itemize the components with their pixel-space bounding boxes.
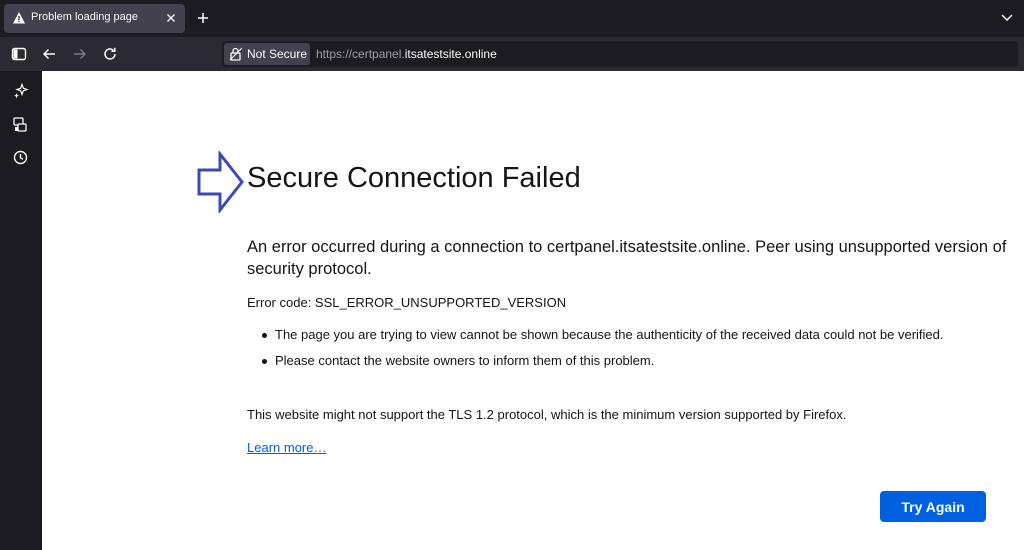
navigation-toolbar: Not Secure https://certpanel.itsatestsit… (0, 37, 1024, 71)
tab-strip: Problem loading page (0, 0, 1024, 37)
list-item: Please contact the website owners to inf… (247, 352, 987, 370)
arrow-annotation-icon (197, 151, 244, 213)
list-item-text: Please contact the website owners to inf… (275, 353, 655, 368)
learn-more-link[interactable]: Learn more… (247, 440, 326, 455)
tls-note: This website might not support the TLS 1… (247, 407, 847, 422)
page-title: Secure Connection Failed (247, 162, 581, 194)
close-tab-icon[interactable] (164, 11, 178, 25)
bullet-icon (262, 359, 267, 364)
url-text[interactable]: https://certpanel.itsatestsite.online (316, 47, 497, 61)
sidebar (0, 71, 42, 550)
error-details-list: The page you are trying to view cannot b… (247, 326, 987, 378)
tab-title: Problem loading page (31, 11, 139, 23)
chevron-down-icon[interactable] (999, 11, 1015, 25)
not-secure-label: Not Secure (247, 47, 308, 61)
try-again-button[interactable]: Try Again (880, 491, 986, 522)
new-tab-icon[interactable] (195, 10, 211, 26)
synced-tabs-icon[interactable] (12, 116, 29, 133)
error-description: An error occurred during a connection to… (247, 238, 1007, 278)
bullet-icon (262, 333, 267, 338)
ai-chatbot-icon[interactable] (12, 83, 29, 100)
error-page: Secure Connection Failed An error occurr… (42, 71, 1024, 550)
forward-icon[interactable] (72, 46, 88, 62)
list-item-text: The page you are trying to view cannot b… (275, 327, 944, 342)
history-icon[interactable] (12, 149, 29, 166)
list-item: The page you are trying to view cannot b… (247, 326, 987, 344)
url-prefix: https://certpanel. (316, 47, 405, 61)
url-domain: itsatestsite.online (404, 47, 497, 61)
error-code: Error code: SSL_ERROR_UNSUPPORTED_VERSIO… (247, 295, 567, 310)
back-icon[interactable] (41, 46, 57, 62)
tab-problem-loading-page[interactable]: Problem loading page (4, 4, 185, 33)
warning-icon (13, 12, 25, 24)
reload-icon[interactable] (102, 46, 118, 62)
sidebar-toggle-icon[interactable] (11, 46, 27, 62)
not-secure-button[interactable]: Not Secure (224, 43, 310, 65)
insecure-lock-icon (229, 47, 243, 61)
url-bar[interactable]: Not Secure https://certpanel.itsatestsit… (222, 41, 1018, 67)
